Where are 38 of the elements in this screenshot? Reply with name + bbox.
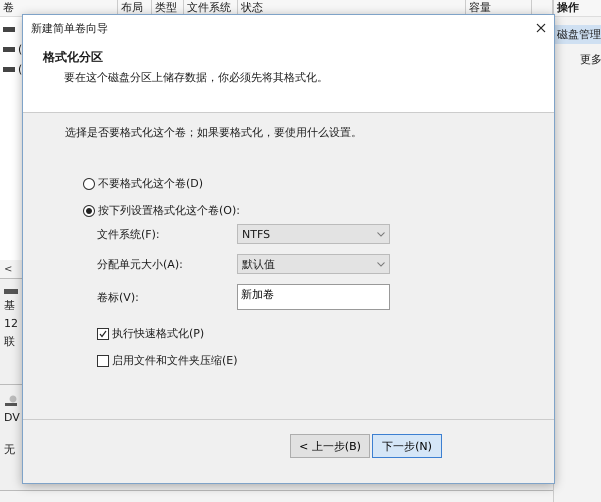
- input-field[interactable]: 新加卷: [237, 284, 390, 310]
- volume-icon: [3, 66, 15, 72]
- instruction-text: 选择是否要格式化这个卷；如果要格式化，要使用什么设置。: [65, 125, 363, 140]
- volume-name: (: [18, 42, 22, 56]
- page-description: 要在这个磁盘分区上储存数据，你必须先将其格式化。: [63, 70, 329, 85]
- radio-button[interactable]: [83, 178, 95, 190]
- scroll-left-button[interactable]: <: [4, 264, 12, 274]
- field-label: 分配单元大小(A):: [97, 256, 184, 272]
- window-title: 新建简单卷向导: [31, 20, 108, 36]
- dropdown[interactable]: NTFS: [237, 224, 390, 244]
- field-label: 卷标(V):: [97, 290, 140, 304]
- dropdown[interactable]: 默认值: [237, 254, 390, 274]
- dvd-drive-icon: [4, 395, 18, 407]
- disk-info: 基: [4, 298, 15, 313]
- option-label[interactable]: 不要格式化这个卷(D): [98, 176, 204, 191]
- back-button[interactable]: < 上一步(B): [290, 434, 370, 458]
- field-label: 文件系统(F):: [97, 226, 161, 242]
- radio-button[interactable]: [83, 204, 95, 216]
- disk-info: 无: [4, 442, 15, 457]
- page-heading: 格式化分区: [43, 49, 104, 66]
- volume-name: (: [18, 62, 22, 76]
- disk-info: DV: [4, 411, 20, 424]
- action-item[interactable]: 更多: [554, 50, 601, 69]
- action-item[interactable]: 磁盘管理: [554, 25, 601, 44]
- checkbox-label[interactable]: 启用文件和文件夹压缩(E): [112, 353, 238, 368]
- volume-icon: [3, 26, 15, 32]
- option-label[interactable]: 按下列设置格式化这个卷(O):: [98, 203, 240, 218]
- checkbox[interactable]: [97, 354, 109, 366]
- chevron-down-icon: [377, 232, 385, 236]
- checkbox[interactable]: [97, 328, 109, 340]
- chevron-down-icon: [377, 262, 385, 266]
- close-icon[interactable]: [536, 23, 546, 33]
- actions-header: 操作: [554, 0, 601, 17]
- disk-info: 联: [4, 334, 15, 349]
- volume-icon: [3, 46, 15, 52]
- next-button[interactable]: 下一步(N): [372, 434, 442, 458]
- checkbox-label[interactable]: 执行快速格式化(P): [112, 326, 204, 341]
- disk-info: 12: [4, 317, 18, 330]
